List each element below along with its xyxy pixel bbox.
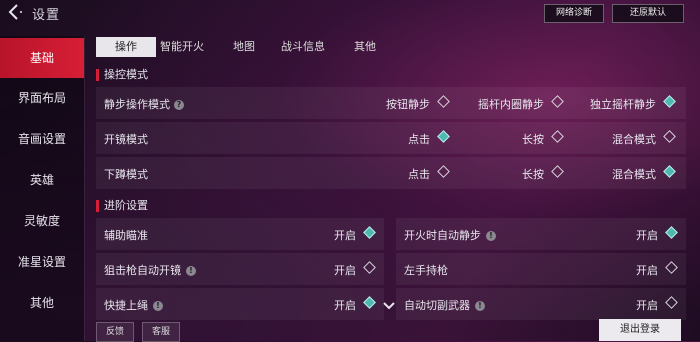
tab-other[interactable]: 其他 [354, 37, 376, 57]
diamond-radio-icon [437, 95, 450, 108]
setting-row: 静步操作模式? 按钮静步 摇杆内圈静步 独立摇杆静步 [96, 87, 686, 119]
network-diagnose-button[interactable]: 网络诊断 [544, 4, 604, 23]
logout-button[interactable]: 退出登录 [599, 319, 681, 341]
tab-battle-info[interactable]: 战斗信息 [281, 37, 325, 57]
setting-row: 自动切副武器! 开启 [396, 288, 686, 320]
toggle-aim-assist[interactable]: 开启 [326, 226, 376, 242]
info-icon[interactable]: ! [153, 301, 163, 311]
setting-row: 开镜模式 点击 长按 混合模式 [96, 122, 686, 154]
diamond-radio-icon [663, 130, 676, 143]
toggle-left-hand[interactable]: 开启 [628, 261, 678, 277]
option-scope-mixed[interactable]: 混合模式 [596, 130, 676, 146]
option-crouch-tap[interactable]: 点击 [396, 165, 450, 181]
row-label: 辅助瞄准 [104, 229, 148, 242]
option-scope-hold[interactable]: 长按 [510, 130, 564, 146]
back-arrow-icon [8, 4, 22, 20]
sidebar-item-audio-video[interactable]: 音画设置 [0, 119, 84, 159]
row-label: 静步操作模式? [104, 96, 184, 112]
row-label: 开镜模式 [104, 133, 148, 146]
diamond-radio-icon [437, 165, 450, 178]
option-independent-joystick-walk[interactable]: 独立摇杆静步 [576, 95, 676, 111]
row-label: 下蹲模式 [104, 168, 148, 181]
diamond-check-icon [363, 261, 376, 274]
page-title: 设置 [32, 8, 61, 23]
diamond-check-icon [665, 296, 678, 309]
info-icon[interactable]: ! [186, 266, 196, 276]
diamond-check-icon [665, 261, 678, 274]
row-label: 狙击枪自动开镜! [104, 262, 196, 278]
toggle-auto-switch-secondary[interactable]: 开启 [628, 296, 678, 312]
row-label: 自动切副武器! [404, 297, 485, 313]
diamond-check-selected-icon [665, 226, 678, 239]
row-label: 左手持枪 [404, 264, 448, 277]
setting-row: 下蹲模式 点击 长按 混合模式 [96, 157, 686, 189]
diamond-radio-icon [551, 130, 564, 143]
sidebar-item-hero[interactable]: 英雄 [0, 160, 84, 200]
customer-service-button[interactable]: 客服 [142, 322, 180, 342]
sidebar-item-basic[interactable]: 基础 [0, 38, 84, 78]
row-label: 开火时自动静步! [404, 227, 496, 243]
chevron-down-icon[interactable] [383, 301, 395, 311]
toggle-fire-auto-walk[interactable]: 开启 [628, 226, 678, 242]
tab-map[interactable]: 地图 [233, 37, 255, 57]
tab-operation[interactable]: 操作 [96, 37, 156, 57]
option-crouch-mixed[interactable]: 混合模式 [596, 165, 676, 181]
diamond-radio-selected-icon [663, 165, 676, 178]
diamond-check-selected-icon [363, 296, 376, 309]
option-scope-tap[interactable]: 点击 [396, 130, 450, 146]
row-label: 快捷上绳! [104, 297, 163, 313]
diamond-radio-selected-icon [437, 130, 450, 143]
sidebar: 基础 界面布局 音画设置 英雄 灵敏度 准星设置 其他 [0, 36, 84, 341]
sidebar-item-other[interactable]: 其他 [0, 283, 84, 323]
setting-row: 快捷上绳! 开启 [96, 288, 384, 320]
top-bar: 设置 网络诊断 还原默认 [0, 0, 700, 24]
setting-row: 辅助瞄准 开启 [96, 218, 384, 250]
feedback-button[interactable]: 反馈 [96, 322, 134, 342]
section-control-mode: 操控模式 [96, 68, 148, 82]
option-inner-joystick-walk[interactable]: 摇杆内圈静步 [466, 95, 564, 111]
info-icon[interactable]: ! [475, 301, 485, 311]
tab-smart-fire[interactable]: 智能开火 [160, 37, 204, 57]
diamond-radio-icon [551, 95, 564, 108]
section-advanced: 进阶设置 [96, 199, 148, 213]
diamond-radio-selected-icon [663, 95, 676, 108]
sidebar-item-layout[interactable]: 界面布局 [0, 78, 84, 118]
setting-row: 左手持枪 开启 [396, 253, 686, 285]
restore-default-button[interactable]: 还原默认 [612, 4, 684, 23]
info-icon[interactable]: ! [486, 231, 496, 241]
setting-row: 开火时自动静步! 开启 [396, 218, 686, 250]
toggle-sniper-auto-scope[interactable]: 开启 [326, 261, 376, 277]
sidebar-divider [84, 36, 85, 341]
help-icon[interactable]: ? [174, 100, 184, 110]
sidebar-item-crosshair[interactable]: 准星设置 [0, 242, 84, 282]
option-button-crouch-walk[interactable]: 按钮静步 [376, 95, 450, 111]
sidebar-item-sensitivity[interactable]: 灵敏度 [0, 201, 84, 241]
diamond-check-selected-icon [363, 226, 376, 239]
option-crouch-hold[interactable]: 长按 [510, 165, 564, 181]
setting-row: 狙击枪自动开镜! 开启 [96, 253, 384, 285]
diamond-radio-icon [551, 165, 564, 178]
back-button[interactable] [6, 3, 24, 21]
toggle-quick-rope[interactable]: 开启 [326, 296, 376, 312]
